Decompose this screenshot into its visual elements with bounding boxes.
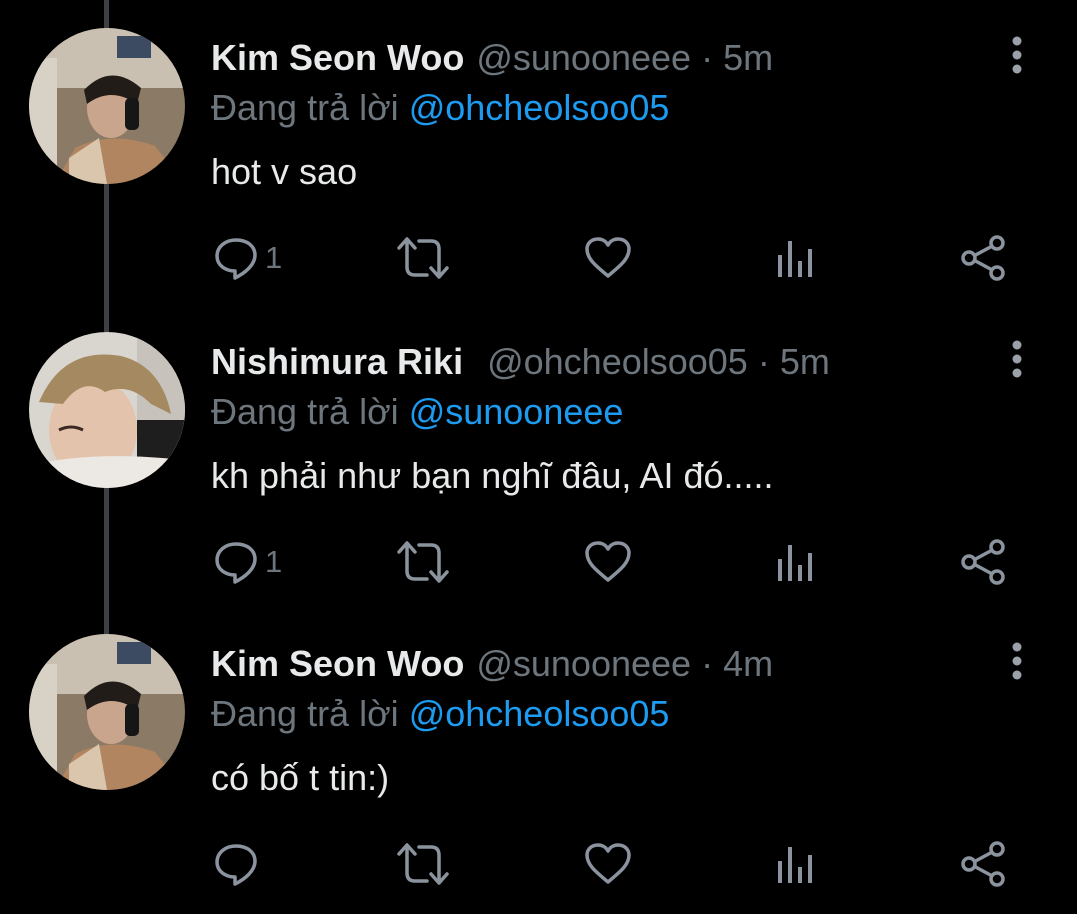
share-button[interactable]	[960, 534, 1006, 590]
display-name[interactable]: Kim Seon Woo	[211, 36, 464, 80]
tweet-actions	[0, 836, 1077, 892]
replying-to: Đang trả lời @ohcheolsoo05	[211, 692, 669, 736]
tweet[interactable]: Nishimura Riki @ohcheolsoo05 · 5m Đang t…	[0, 304, 1077, 604]
like-button[interactable]	[584, 836, 632, 892]
more-options-button[interactable]	[1003, 642, 1031, 682]
avatar[interactable]	[29, 332, 185, 488]
timestamp[interactable]: 5m	[723, 36, 773, 80]
timestamp[interactable]: 5m	[780, 340, 830, 384]
tweet-header: Kim Seon Woo @sunooneee · 4m	[211, 642, 773, 686]
bar-chart-icon	[778, 241, 812, 277]
speech-bubble-icon	[215, 238, 257, 280]
speech-bubble-icon	[215, 542, 257, 584]
retweet-button[interactable]	[397, 534, 449, 590]
avatar[interactable]	[29, 28, 185, 184]
avatar-photo	[29, 28, 185, 184]
tweet-header: Kim Seon Woo @sunooneee · 5m	[211, 36, 773, 80]
analytics-button[interactable]	[776, 836, 816, 892]
replying-mention-link[interactable]: @sunooneee	[409, 391, 624, 432]
retweet-arrows-icon	[397, 541, 449, 583]
display-name[interactable]: Kim Seon Woo	[211, 642, 464, 686]
vertical-dots-icon	[1012, 642, 1022, 680]
tweet-text: hot v sao	[211, 151, 358, 192]
separator-dot: ·	[757, 341, 770, 382]
reply-count: 1	[265, 240, 283, 275]
replying-mention-link[interactable]: @ohcheolsoo05	[409, 693, 670, 734]
user-handle[interactable]: @sunooneee	[476, 36, 691, 80]
bar-chart-icon	[778, 847, 812, 883]
share-button[interactable]	[960, 230, 1006, 286]
replying-prefix: Đang trả lời	[211, 391, 399, 432]
tweet-actions: 1	[0, 230, 1077, 286]
reply-count: 1	[265, 544, 283, 579]
tweet[interactable]: Kim Seon Woo @sunooneee · 5m Đang trả lờ…	[0, 0, 1077, 300]
tweet-header: Nishimura Riki @ohcheolsoo05 · 5m	[211, 340, 830, 384]
retweet-button[interactable]	[397, 230, 449, 286]
user-handle[interactable]: @ohcheolsoo05	[487, 340, 748, 384]
reply-button[interactable]: 1	[213, 230, 282, 286]
timestamp[interactable]: 4m	[723, 642, 773, 686]
avatar-photo	[29, 634, 185, 790]
vertical-dots-icon	[1012, 340, 1022, 378]
separator-dot: ·	[701, 37, 714, 78]
retweet-button[interactable]	[397, 836, 449, 892]
separator-dot: ·	[701, 643, 714, 684]
like-button[interactable]	[584, 230, 632, 286]
share-button[interactable]	[960, 836, 1006, 892]
share-nodes-icon	[961, 235, 1005, 281]
replying-to: Đang trả lời @sunooneee	[211, 390, 623, 434]
speech-bubble-icon	[215, 844, 257, 886]
replying-to: Đang trả lời @ohcheolsoo05	[211, 86, 669, 130]
user-handle[interactable]: @sunooneee	[476, 642, 691, 686]
tweet-text: có bố t tin:)	[211, 757, 390, 798]
heart-outline-icon	[585, 237, 631, 278]
more-options-button[interactable]	[1003, 36, 1031, 76]
share-nodes-icon	[961, 539, 1005, 585]
avatar-photo	[29, 332, 185, 488]
analytics-button[interactable]	[776, 534, 816, 590]
replying-prefix: Đang trả lời	[211, 693, 399, 734]
retweet-arrows-icon	[397, 237, 449, 279]
vertical-dots-icon	[1012, 36, 1022, 74]
retweet-arrows-icon	[397, 843, 449, 885]
share-nodes-icon	[961, 841, 1005, 887]
bar-chart-icon	[778, 545, 812, 581]
reply-button[interactable]	[213, 836, 265, 892]
like-button[interactable]	[584, 534, 632, 590]
analytics-button[interactable]	[776, 230, 816, 286]
heart-outline-icon	[585, 843, 631, 884]
tweet-text: kh phải như bạn nghĩ đâu, AI đó.....	[211, 455, 774, 496]
tweet-actions: 1	[0, 534, 1077, 590]
avatar[interactable]	[29, 634, 185, 790]
display-name[interactable]: Nishimura Riki	[211, 340, 463, 384]
replying-mention-link[interactable]: @ohcheolsoo05	[409, 87, 670, 128]
more-options-button[interactable]	[1003, 340, 1031, 380]
heart-outline-icon	[585, 541, 631, 582]
reply-button[interactable]: 1	[213, 534, 282, 590]
replying-prefix: Đang trả lời	[211, 87, 399, 128]
tweet[interactable]: Kim Seon Woo @sunooneee · 4m Đang trả lờ…	[0, 606, 1077, 906]
